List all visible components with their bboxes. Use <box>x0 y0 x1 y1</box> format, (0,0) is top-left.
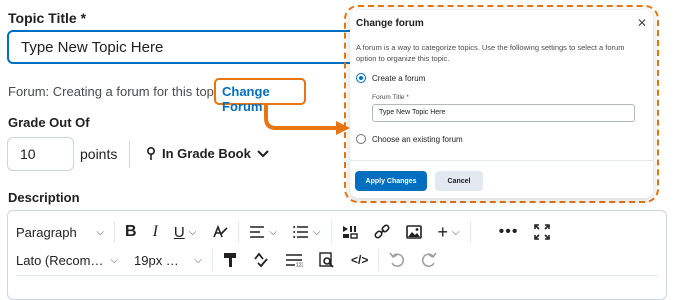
topic-title-label: Topic Title * <box>8 10 87 26</box>
create-forum-label: Create a forum <box>372 73 426 83</box>
chevron-down-icon <box>257 149 269 157</box>
grade-input[interactable]: 10 <box>7 137 74 171</box>
existing-forum-label: Choose an existing forum <box>372 134 463 144</box>
topic-title-input[interactable]: Type New Topic Here <box>7 30 377 64</box>
chevron-down-icon: ⌵ <box>96 226 104 238</box>
forum-status-text: Forum: Creating a forum for this topic <box>8 84 224 99</box>
rich-text-editor[interactable]: Paragraph ⌵ B I U ⌵ ⌵ ⌵ + ⌵ ••• Lato (Re… <box>7 210 667 300</box>
grade-book-dropdown[interactable]: In Grade Book <box>146 146 269 161</box>
find-icon[interactable] <box>311 246 343 274</box>
description-label: Description <box>8 190 80 205</box>
forum-title-input[interactable]: Type New Topic Here <box>372 104 635 122</box>
chevron-down-icon: ⌵ <box>110 254 118 266</box>
change-forum-dialog: Change forum ✕ A forum is a way to categ… <box>350 10 653 198</box>
chevron-down-icon: ⌵ <box>194 254 202 266</box>
format-icon[interactable] <box>204 218 236 246</box>
link-icon[interactable] <box>366 218 398 246</box>
toolbar-divider <box>114 221 115 243</box>
plus-icon[interactable]: + ⌵ <box>430 218 468 246</box>
font-family-select[interactable]: Lato (Recom… ⌵ <box>8 246 126 274</box>
radio-unselected-icon[interactable] <box>356 134 366 144</box>
media-icon[interactable] <box>334 218 366 246</box>
align-icon[interactable]: ⌵ <box>241 218 285 246</box>
paragraph-select[interactable]: Paragraph ⌵ <box>8 218 112 246</box>
toolbar-divider <box>238 221 240 243</box>
forum-title-label: Forum Title * <box>372 94 409 101</box>
grade-label: Grade Out Of <box>8 115 90 130</box>
underline-icon[interactable]: U ⌵ <box>166 218 204 246</box>
dialog-title: Change forum <box>356 18 424 29</box>
font-family-label: Lato (Recom… <box>16 252 104 268</box>
toolbar-divider <box>469 221 471 243</box>
create-forum-option[interactable]: Create a forum <box>356 73 425 83</box>
bold-icon[interactable]: B <box>117 218 145 246</box>
cancel-button[interactable]: Cancel <box>435 171 483 191</box>
paint-format-icon[interactable] <box>215 246 245 274</box>
points-label: points <box>80 146 118 162</box>
fullscreen-icon[interactable] <box>526 218 558 246</box>
dialog-divider <box>350 160 653 161</box>
divider <box>129 141 130 167</box>
svg-text:123: 123 <box>296 263 303 268</box>
pin-icon <box>147 146 155 160</box>
grade-book-label: In Grade Book <box>162 146 251 161</box>
editor-divider <box>16 275 658 276</box>
italic-icon[interactable]: I <box>145 218 166 246</box>
font-size-label: 19px … <box>134 252 179 268</box>
editor-toolbar-row-2: Lato (Recom… ⌵ 19px … ⌵ 123 </> <box>8 245 445 275</box>
existing-forum-option[interactable]: Choose an existing forum <box>356 134 463 144</box>
toolbar-divider <box>330 221 332 243</box>
close-icon[interactable]: ✕ <box>637 16 647 30</box>
image-icon[interactable] <box>398 218 430 246</box>
font-size-select[interactable]: 19px … ⌵ <box>126 246 210 274</box>
word-count-icon[interactable]: 123 <box>277 246 311 274</box>
source-code-icon[interactable]: </> <box>343 246 376 274</box>
editor-toolbar-row-1: Paragraph ⌵ B I U ⌵ ⌵ ⌵ + ⌵ ••• <box>8 217 558 247</box>
more-icon[interactable]: ••• <box>491 218 527 246</box>
apply-changes-button[interactable]: Apply Changes <box>355 171 427 191</box>
callout-arrow <box>264 104 350 135</box>
dialog-description: A forum is a way to categorize topics. U… <box>356 43 625 63</box>
redo-icon[interactable] <box>413 246 445 274</box>
radio-selected-icon[interactable] <box>356 73 366 83</box>
undo-icon[interactable] <box>381 246 413 274</box>
toolbar-divider <box>212 249 213 271</box>
change-forum-link[interactable]: Change Forum <box>214 78 306 114</box>
paragraph-select-label: Paragraph <box>16 224 77 240</box>
list-icon[interactable]: ⌵ <box>285 218 329 246</box>
spellcheck-icon[interactable] <box>245 246 277 274</box>
toolbar-divider <box>378 249 380 271</box>
